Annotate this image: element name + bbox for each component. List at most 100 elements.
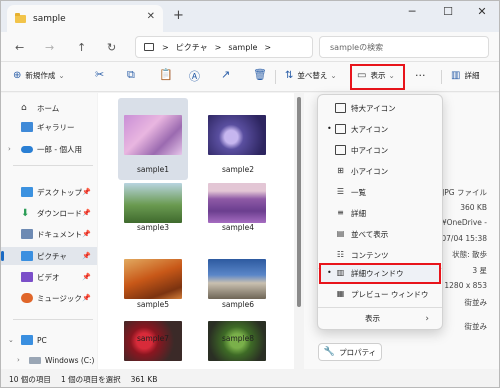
forward-button[interactable]: → [45,41,54,54]
chevron-down-icon: ⌄ [388,71,395,80]
view-label: 表示 [370,71,386,80]
breadcrumb-sample[interactable]: sample [228,43,257,52]
back-button[interactable]: ← [15,41,24,54]
sidebar-item-downloads[interactable]: ⬇ ダウンロード 📌 [1,204,97,222]
more-button[interactable]: ··· [415,69,426,82]
new-icon: ⊕ [13,70,22,81]
address-bar: ← → ↑ ↻ > ピクチャ > sample > sampleの検索 [1,32,499,62]
sidebar-item-videos[interactable]: ビデオ 📌 [1,268,97,286]
divider [441,70,442,84]
monitor-icon [144,43,154,51]
view-icon: ▭ [357,70,367,81]
menu-item-label: 中アイコン [351,146,389,155]
file-name[interactable]: sample7 [113,334,193,343]
details-pane-icon: ▥ [451,70,461,81]
view-button[interactable]: ▭ 表示 ⌄ [357,70,395,81]
file-thumbnail[interactable] [124,259,182,299]
menu-item-tiles[interactable]: ▤ 並べて表示 [321,224,441,245]
sidebar-item-home[interactable]: ⌂ ホーム [1,99,97,117]
sidebar-item-gallery[interactable]: ギャラリー [1,118,97,136]
breadcrumb[interactable]: > ピクチャ > sample > [135,36,313,58]
sidebar-item-label: ホーム [37,103,60,113]
view-menu: 特大アイコン • 大アイコン 中アイコン ⊞ 小アイコン ☰ 一覧 ≡ 詳細 ▤… [317,94,443,330]
rename-icon[interactable]: Ⓐ [189,68,200,84]
details-pane-highlight-box [319,263,441,284]
breadcrumb-separator: > [264,42,272,52]
file-thumbnail[interactable] [124,183,182,223]
new-tab-button[interactable]: + [173,8,184,23]
pin-icon[interactable]: 📌 [82,209,91,217]
menu-item-extra-large-icons[interactable]: 特大アイコン [321,98,441,119]
file-thumbnail[interactable] [208,259,266,299]
chevron-right-icon: › [8,145,11,153]
pin-icon[interactable]: 📌 [82,294,91,302]
file-name[interactable]: sample5 [113,300,193,309]
breadcrumb-separator: > [162,42,169,52]
menu-item-label: 小アイコン [351,167,389,176]
file-thumbnail[interactable] [208,115,266,155]
share-icon[interactable]: ↗ [221,68,230,81]
minimize-button[interactable]: ─ [401,5,423,18]
sidebar-item-desktop[interactable]: デスクトップ 📌 [1,183,97,201]
new-button[interactable]: ⊕ 新規作成 ⌄ [13,70,65,81]
scrollbar[interactable] [294,93,304,369]
selected-bullet-icon: • [327,124,332,133]
sidebar-item-label: ミュージック [37,293,82,303]
menu-item-details[interactable]: ≡ 詳細 [321,203,441,224]
sidebar-item-documents[interactable]: ドキュメント 📌 [1,225,97,243]
pc-icon [21,335,33,345]
medium-icons-icon [335,145,346,155]
divider [13,165,93,166]
pin-icon[interactable]: 📌 [82,230,91,238]
menu-item-medium-icons[interactable]: 中アイコン [321,140,441,161]
scrollbar-thumb[interactable] [297,97,301,307]
maximize-button[interactable]: ☐ [437,5,459,18]
chevron-right-icon: › [425,313,429,324]
file-name[interactable]: sample3 [113,223,193,232]
small-icons-icon: ⊞ [337,166,344,175]
menu-item-small-icons[interactable]: ⊞ 小アイコン [321,161,441,182]
menu-item-list[interactable]: ☰ 一覧 [321,182,441,203]
up-button[interactable]: ↑ [77,41,86,54]
file-thumbnail[interactable] [124,115,182,155]
sidebar-item-music[interactable]: ミュージック 📌 [1,289,97,307]
sort-button[interactable]: ⇅ 並べ替え ⌄ [285,70,337,81]
copy-icon[interactable]: ⧉ [127,68,135,82]
menu-item-large-icons[interactable]: • 大アイコン [321,119,441,140]
delete-icon[interactable]: 🗑 [253,68,267,81]
menu-item-preview-pane[interactable]: ▦ プレビュー ウィンドウ [321,284,441,305]
tab-close-icon[interactable]: ✕ [147,11,155,22]
details-list-icon: ≡ [337,208,344,217]
sidebar-item-pc[interactable]: ⌄ PC [1,331,97,349]
pin-icon[interactable]: 📌 [82,188,91,196]
close-button[interactable]: ✕ [471,5,493,18]
download-icon: ⬇ [21,208,30,219]
sidebar-item-onedrive[interactable]: › 一郎 - 個人用 [1,140,97,158]
tab-sample[interactable]: sample ✕ [7,5,163,32]
file-name[interactable]: sample2 [198,165,278,174]
sidebar-item-drive-c[interactable]: › Windows (C:) [1,351,97,369]
sidebar-item-pictures[interactable]: ピクチャ 📌 [1,247,97,265]
properties-button[interactable]: 🔧 プロパティ [318,343,382,361]
search-input[interactable]: sampleの検索 [319,36,489,58]
sidebar-item-label: ダウンロード [37,208,82,218]
menu-item-show[interactable]: 表示 › [321,308,441,329]
file-thumbnail[interactable] [208,183,266,223]
cut-icon[interactable]: ✂ [95,68,104,81]
chevron-down-icon: ⌄ [8,336,14,344]
details-pane-button[interactable]: ▥ 詳細 [451,70,479,81]
menu-item-label: 大アイコン [351,125,389,134]
pin-icon[interactable]: 📌 [82,252,91,260]
tag-value: 街並み [464,322,488,331]
file-name[interactable]: sample6 [198,300,278,309]
sidebar-item-label: デスクトップ [37,187,82,197]
divider [275,70,276,84]
paste-icon[interactable]: 📋 [159,68,173,81]
pin-icon[interactable]: 📌 [82,273,91,281]
new-label: 新規作成 [25,71,56,80]
file-name[interactable]: sample4 [198,223,278,232]
refresh-button[interactable]: ↻ [107,41,116,54]
breadcrumb-pictures[interactable]: ピクチャ [176,42,208,53]
file-name[interactable]: sample8 [198,334,278,343]
file-name[interactable]: sample1 [113,165,193,174]
